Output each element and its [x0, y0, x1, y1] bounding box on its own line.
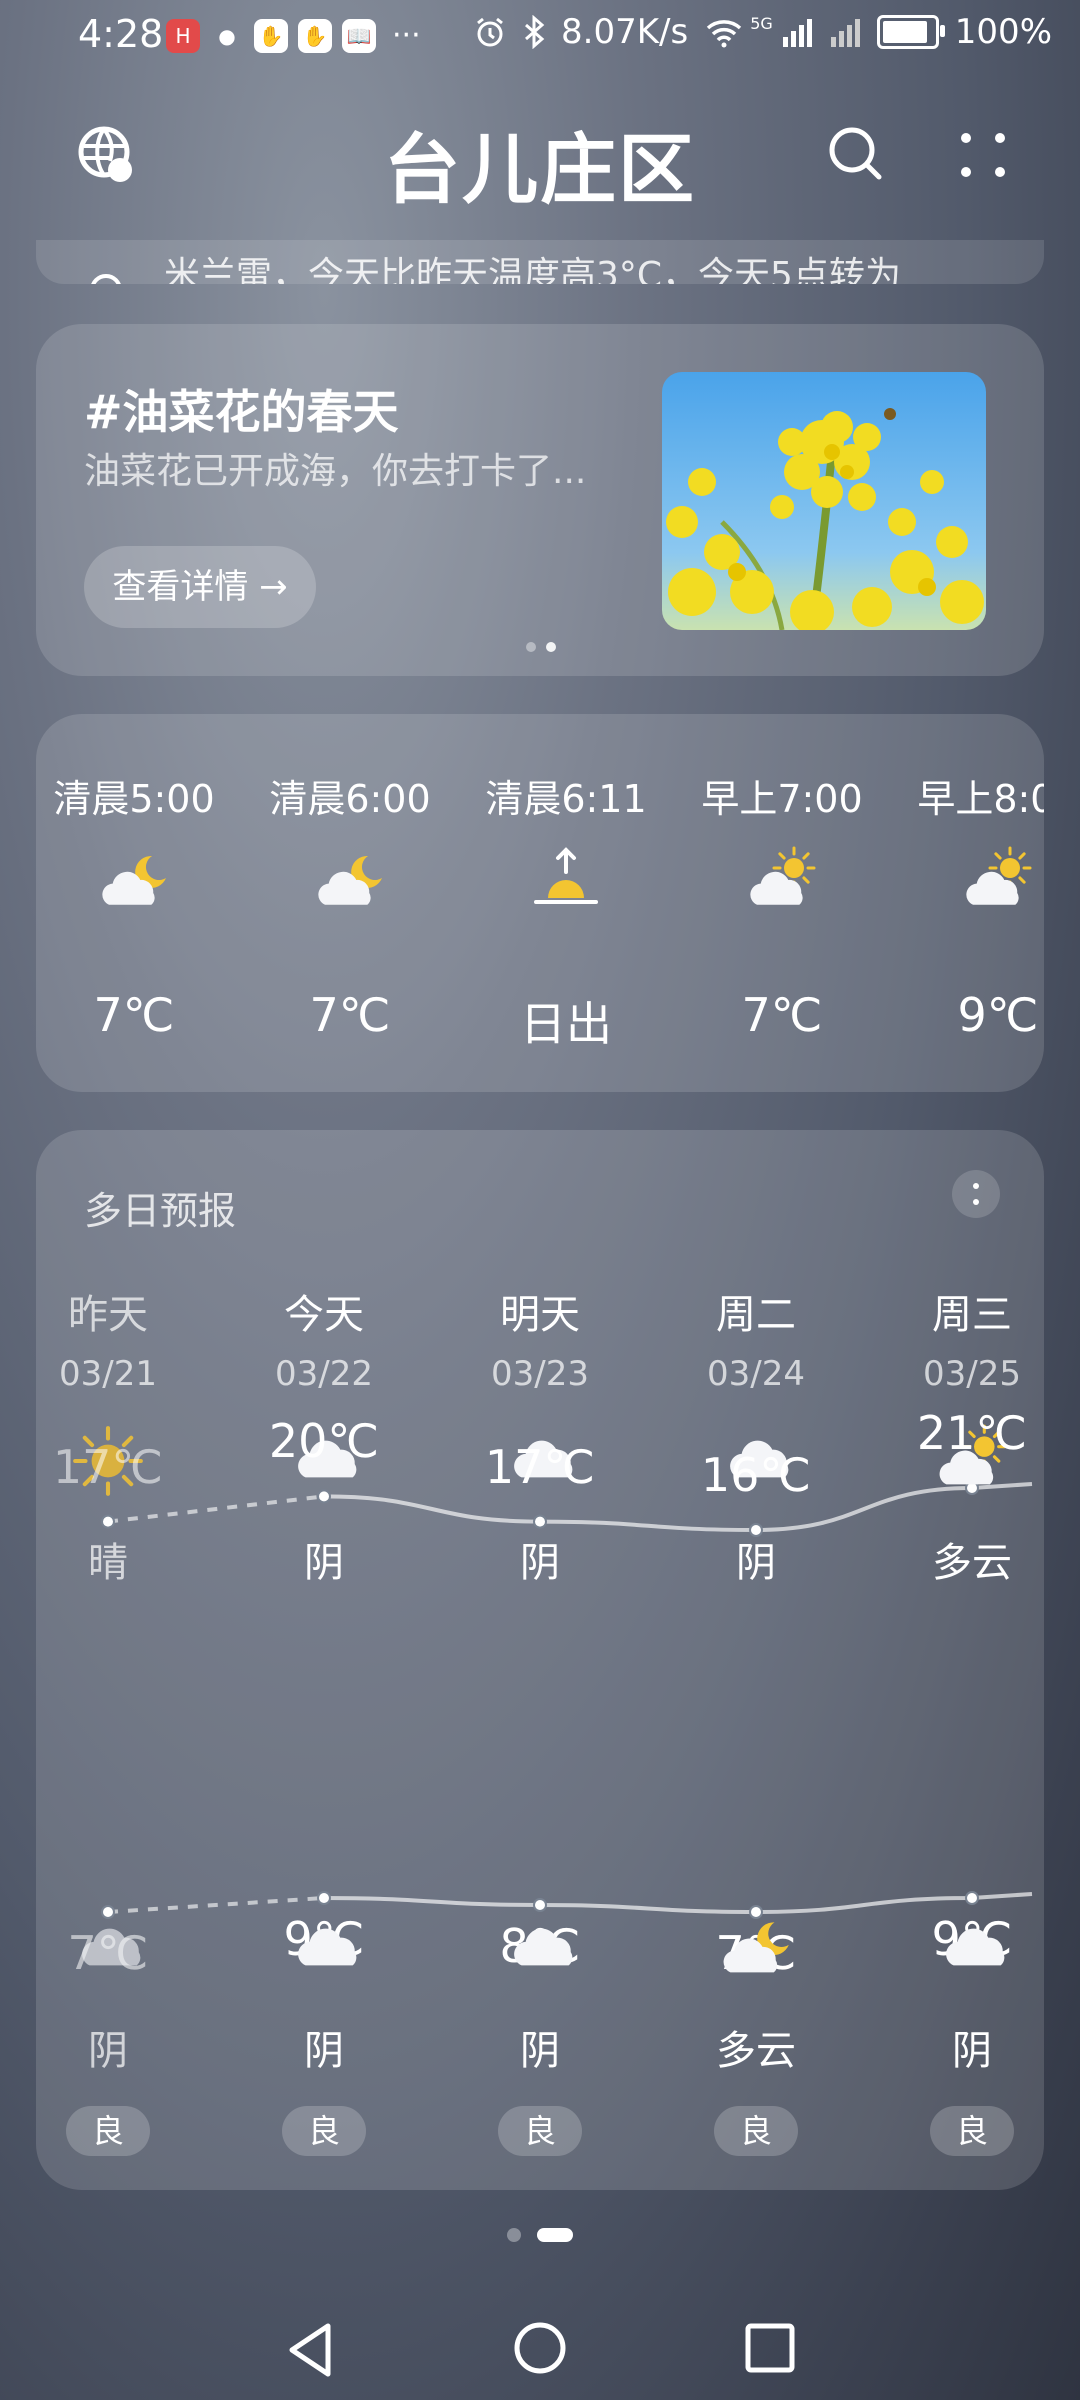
sun-cloud-icon	[742, 842, 822, 926]
high-temp-curve-point	[101, 1514, 115, 1529]
forecast-day-condition: 阴	[304, 1540, 344, 1586]
home-icon[interactable]	[512, 2320, 568, 2376]
battery-icon	[876, 15, 945, 49]
search-button[interactable]	[826, 124, 886, 188]
book-icon: 📖	[342, 18, 376, 53]
menu-button[interactable]	[958, 130, 1008, 184]
forecast-day-label: 周二	[716, 1292, 796, 1338]
forecast-day-condition: 多云	[932, 1540, 1012, 1586]
status-time: 4:28	[78, 12, 164, 56]
forecast-date: 03/25	[923, 1354, 1021, 1394]
network-type: 5G	[750, 13, 773, 33]
search-icon	[829, 127, 882, 180]
forecast-high-temp: 17℃	[52, 1439, 164, 1494]
forecast-night-condition: 阴	[88, 2028, 128, 2074]
notification-icons: H ● ✋ ✋ 📖 ···	[166, 18, 421, 53]
pager-dot-active	[546, 642, 556, 652]
grid-dots-icon	[961, 133, 1005, 177]
hourly-temperature: 日出	[520, 997, 612, 1051]
pager-dot	[526, 642, 536, 652]
forecast-high-temp: 21℃	[916, 1406, 1028, 1460]
hourly-time-label: 清晨5:00	[53, 777, 215, 821]
more-notifications-icon: ···	[392, 18, 421, 53]
recents-icon[interactable]	[744, 2322, 796, 2374]
low-temp-curve-point	[317, 1891, 331, 1905]
hourly-time-label: 清晨6:11	[485, 777, 647, 821]
sunrise-icon	[526, 842, 606, 926]
cloud-icon	[432, 1908, 648, 1994]
forecast-date: 03/21	[59, 1354, 157, 1394]
signal-icon-2	[830, 19, 860, 47]
page-dot-active[interactable]	[537, 2228, 573, 2242]
hourly-temperature: 9℃	[957, 988, 1039, 1042]
huawei-store-icon: H	[166, 18, 200, 53]
alert-weather-icon	[91, 274, 121, 284]
baidu-paw-icon: ✋	[254, 18, 288, 53]
forecast-day-label: 昨天	[68, 1292, 148, 1338]
back-icon[interactable]	[282, 2320, 338, 2380]
navigation-bar	[0, 2290, 1080, 2400]
moon-cloud-icon	[648, 1908, 864, 1994]
wifi-icon	[707, 20, 742, 48]
forecast-night-condition: 多云	[716, 2028, 796, 2074]
moon-cloud-icon	[310, 842, 390, 926]
air-quality-badge: 良	[66, 2106, 150, 2156]
forecast-date: 03/23	[491, 1354, 589, 1394]
forecast-night-condition: 阴	[952, 2028, 992, 2074]
topic-title: #油菜花的春天	[84, 385, 399, 439]
cloud-icon	[216, 1908, 432, 1994]
forecast-high-temp: 20℃	[268, 1414, 380, 1469]
page-indicator	[0, 2228, 1080, 2242]
multi-day-forecast-card[interactable]: 多日预报 昨天03/21晴17℃7℃阴良今天03/22阴20℃9℃阴良明天03/…	[36, 1130, 1044, 2190]
battery-percent: 100%	[954, 12, 1052, 52]
view-details-button[interactable]: 查看详情 →	[84, 546, 316, 628]
forecast-day-label: 明天	[500, 1292, 580, 1338]
hourly-time-label: 清晨6:00	[269, 777, 431, 821]
bluetooth-icon	[525, 15, 545, 49]
status-bar: 4:28 H ● ✋ ✋ 📖 ··· 8.07K/s 5G 100%	[0, 0, 1080, 72]
wechat-icon: ●	[218, 23, 236, 48]
hourly-temperature: 7℃	[309, 988, 391, 1042]
forecast-day-label: 今天	[284, 1292, 364, 1338]
forecast-day-condition: 阴	[736, 1540, 776, 1586]
high-temp-curve-point	[533, 1514, 547, 1529]
hourly-time-label: 早上7:00	[701, 777, 863, 821]
topic-card[interactable]: #油菜花的春天 油菜花已开成海，你去打卡了... 查看详情 →	[36, 324, 1044, 676]
topic-pager	[526, 642, 556, 652]
forecast-night-condition: 阴	[520, 2028, 560, 2074]
alert-text: 米兰雷，今天比昨天温度高3°C，今天5点转为	[164, 255, 901, 284]
forecast-date: 03/22	[275, 1354, 373, 1394]
rapeseed-flower-image	[662, 372, 986, 630]
page-title: 台儿庄区	[384, 125, 696, 214]
low-temp-curve-point	[965, 1891, 979, 1905]
forecast-day-condition: 晴	[88, 1540, 128, 1586]
topic-subtitle: 油菜花已开成海，你去打卡了...	[84, 451, 587, 492]
signal-icon	[782, 19, 812, 47]
cloud-icon	[864, 1908, 1044, 1994]
page-dot[interactable]	[507, 2228, 521, 2242]
weather-alert-strip[interactable]: 米兰雷，今天比昨天温度高3°C，今天5点转为	[36, 240, 1044, 284]
air-quality-badge: 良	[930, 2106, 1014, 2156]
hourly-temperature: 7℃	[741, 988, 823, 1042]
forecast-day-condition: 阴	[520, 1540, 560, 1586]
net-speed: 8.07K/s	[561, 12, 689, 52]
baidu-paw-icon-2: ✋	[298, 18, 332, 53]
hourly-forecast-card[interactable]: 清晨5:00 7℃ 清晨6:00 7℃ 清晨6:11 日出 早上7:00 7℃ 早上8:00 9…	[36, 714, 1044, 1092]
sun-cloud-icon	[958, 842, 1038, 926]
air-quality-badge: 良	[498, 2106, 582, 2156]
moon-cloud-icon	[94, 842, 174, 926]
air-quality-badge: 良	[714, 2106, 798, 2156]
forecast-high-temp: 17℃	[484, 1439, 596, 1494]
forecast-night-condition: 阴	[304, 2028, 344, 2074]
forecast-day-label: 周三	[932, 1292, 1012, 1338]
forecast-high-temp: 16℃	[700, 1448, 812, 1502]
alarm-icon	[477, 17, 503, 47]
status-right: 8.07K/s 5G 100%	[473, 12, 1052, 52]
forecast-date: 03/24	[707, 1354, 805, 1394]
cloud-icon	[36, 1908, 216, 1994]
hourly-temperature: 7℃	[93, 988, 175, 1042]
hourly-time-label: 早上8:00	[917, 777, 1044, 821]
air-quality-badge: 良	[282, 2106, 366, 2156]
